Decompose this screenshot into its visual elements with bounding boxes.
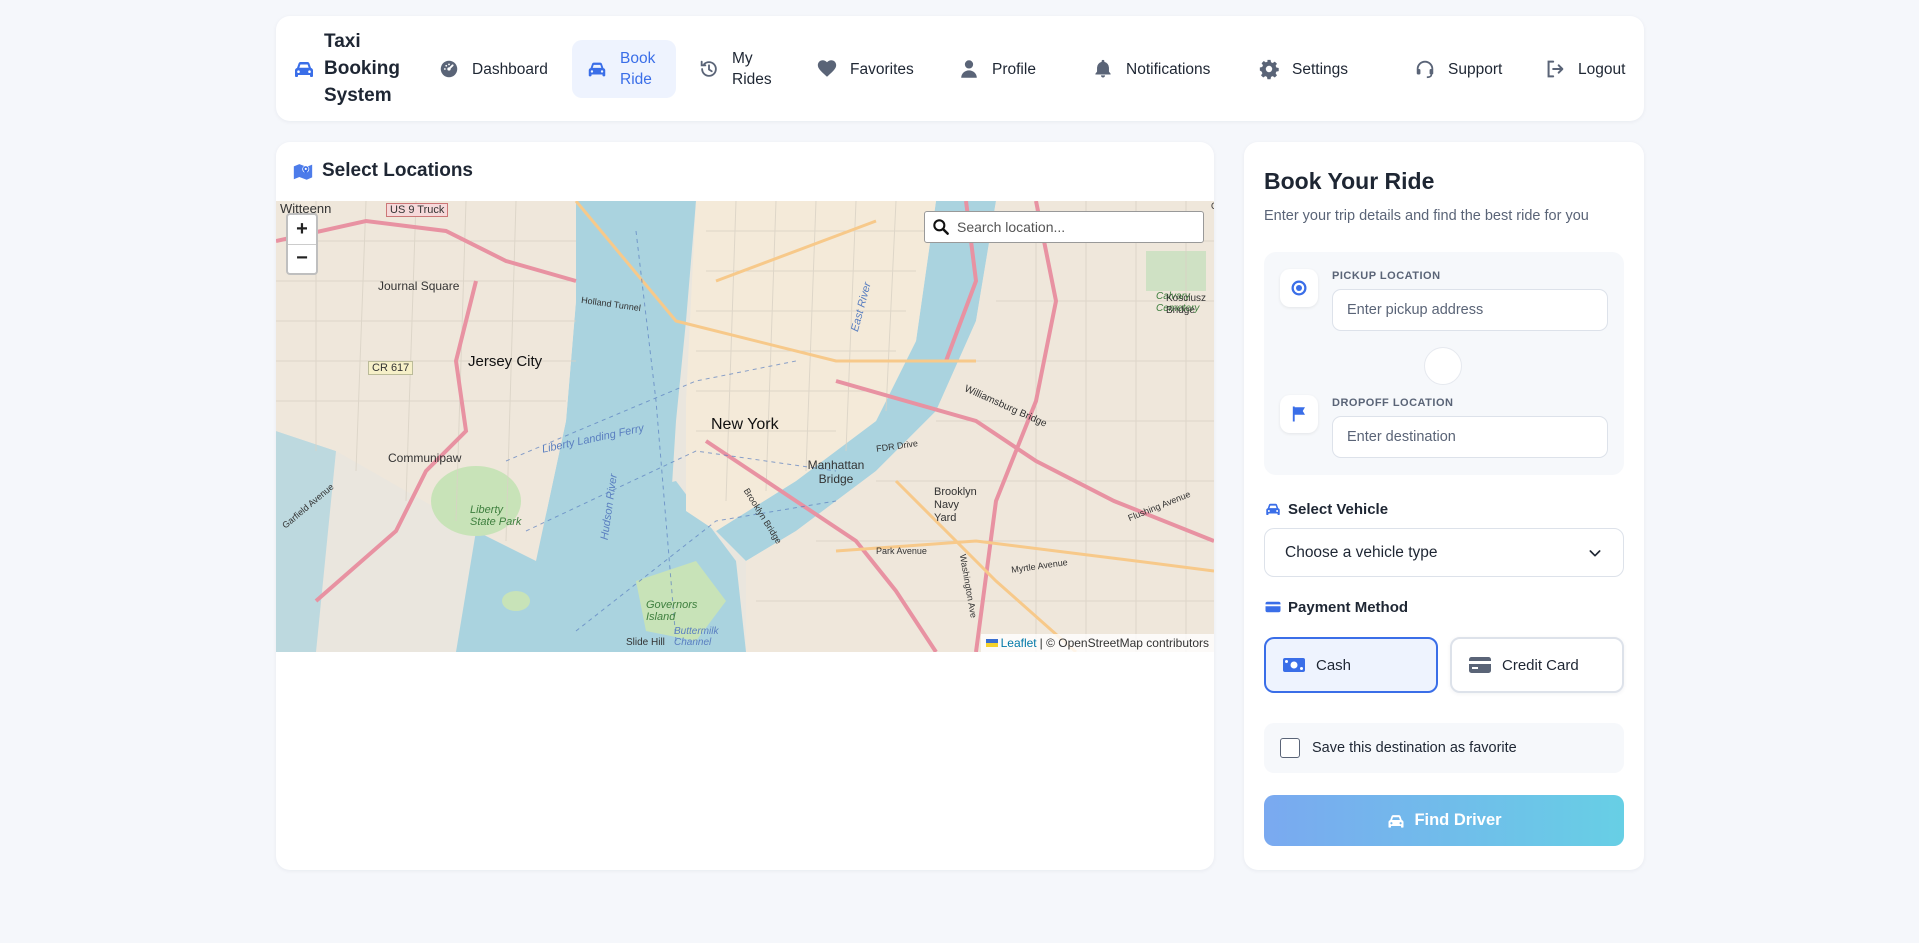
find-driver-button[interactable]: Find Driver xyxy=(1264,795,1624,846)
nav-my-rides[interactable]: My Rides xyxy=(684,40,788,98)
heart-icon xyxy=(817,60,837,77)
pickup-marker xyxy=(1280,269,1318,307)
headset-icon xyxy=(1416,60,1434,79)
top-navbar: Taxi Booking System Dashboard Book Ride … xyxy=(276,16,1644,121)
nav-label: Favorites xyxy=(850,60,914,78)
credit-card-icon xyxy=(1469,657,1491,673)
map-search-input[interactable] xyxy=(957,219,1203,235)
nav-label: Logout xyxy=(1578,60,1626,78)
nav-label: Support xyxy=(1448,60,1503,78)
nav-support[interactable]: Support xyxy=(1400,40,1516,98)
dot-circle-icon xyxy=(1291,280,1307,296)
zoom-in-button[interactable]: + xyxy=(288,215,316,245)
map-label: New York xyxy=(711,416,779,433)
map-label: Slide Hill xyxy=(626,637,665,648)
map-label: Brooklyn Navy Yard xyxy=(934,486,977,524)
nav-label: Settings xyxy=(1292,60,1349,78)
swap-locations-button[interactable] xyxy=(1424,347,1462,385)
nav-notifications[interactable]: Notifications xyxy=(1078,40,1224,98)
payment-label-text: Payment Method xyxy=(1288,598,1409,616)
nav-label: My Rides xyxy=(732,50,772,88)
payment-section-label: Payment Method xyxy=(1264,598,1408,616)
map-label: Liberty State Park xyxy=(470,504,522,528)
zoom-out-button[interactable]: − xyxy=(288,245,316,274)
dropoff-label: DROPOFF LOCATION xyxy=(1332,397,1454,409)
save-favorite-row[interactable]: Save this destination as favorite xyxy=(1264,723,1624,773)
save-favorite-checkbox[interactable] xyxy=(1280,738,1300,758)
zoom-control: + − xyxy=(286,213,318,275)
gauge-icon xyxy=(440,60,458,78)
payment-card-option[interactable]: Credit Card xyxy=(1450,637,1624,693)
map-title-text: Select Locations xyxy=(322,160,473,181)
dropoff-marker xyxy=(1280,395,1318,433)
user-icon xyxy=(961,60,977,78)
taxi-icon xyxy=(295,61,313,77)
save-favorite-label: Save this destination as favorite xyxy=(1312,740,1517,756)
logout-icon xyxy=(1547,60,1564,78)
nav-dashboard[interactable]: Dashboard xyxy=(424,40,562,98)
car-icon xyxy=(1266,503,1280,515)
payment-cash-option[interactable]: Cash xyxy=(1264,637,1438,693)
search-icon xyxy=(933,219,949,235)
map-label: Manhattan Bridge xyxy=(807,458,865,486)
map-label: US 9 Truck xyxy=(386,203,449,217)
taxi-icon xyxy=(588,62,606,77)
map-label: Park Avenue xyxy=(876,546,927,556)
leaflet-link[interactable]: Leaflet xyxy=(1001,636,1037,650)
brand[interactable]: Taxi Booking System xyxy=(292,28,414,109)
payment-cash-label: Cash xyxy=(1316,656,1352,674)
nav-label: Notifications xyxy=(1126,60,1211,78)
money-bill-icon xyxy=(1283,658,1305,672)
nav-logout[interactable]: Logout xyxy=(1530,40,1639,98)
nav-settings[interactable]: Settings xyxy=(1244,40,1362,98)
map-label: Governors Island xyxy=(646,599,698,623)
map-label: Journal Square xyxy=(378,279,460,293)
map-label: CR 617 xyxy=(368,361,414,375)
map-label: Kosciusz Bridge xyxy=(1166,293,1207,316)
find-driver-label: Find Driver xyxy=(1414,811,1502,829)
map-attribution: Leaflet | © OpenStreetMap contributors xyxy=(980,634,1214,652)
taxi-icon xyxy=(1388,814,1404,828)
location-box: PICKUP LOCATION DROPOFF LOCATION xyxy=(1264,252,1624,475)
booking-subtitle: Enter your trip details and find the bes… xyxy=(1264,208,1589,224)
map-label: Communipaw xyxy=(388,451,462,465)
ukraine-flag-icon xyxy=(985,639,998,647)
map-card: Select Locations Witteenn US 9 Truck Jou… xyxy=(276,142,1214,870)
vehicle-section-label: Select Vehicle xyxy=(1264,500,1388,518)
vehicle-select[interactable]: Choose a vehicle type xyxy=(1264,528,1624,577)
booking-title: Book Your Ride xyxy=(1264,168,1435,194)
map-section-title: Select Locations xyxy=(292,160,473,182)
pickup-label: PICKUP LOCATION xyxy=(1332,270,1441,282)
nav-label: Dashboard xyxy=(472,60,548,78)
map-label: Jersey City xyxy=(468,353,543,370)
map-label: Calvary Cemetery xyxy=(1211,201,1214,211)
payment-card-label: Credit Card xyxy=(1502,656,1579,674)
gear-icon xyxy=(1259,59,1279,80)
map-location-icon xyxy=(293,164,313,180)
chevron-down-icon xyxy=(1589,549,1601,556)
nav-profile[interactable]: Profile xyxy=(944,40,1050,98)
pickup-input[interactable] xyxy=(1332,289,1608,331)
history-icon xyxy=(700,60,717,77)
vehicle-select-value: Choose a vehicle type xyxy=(1285,543,1438,561)
attribution-text: | © OpenStreetMap contributors xyxy=(1039,636,1209,650)
map-search-box[interactable] xyxy=(924,211,1204,243)
nav-label: Profile xyxy=(992,60,1036,78)
dropoff-input[interactable] xyxy=(1332,416,1608,458)
nav-label: Book Ride xyxy=(620,50,656,88)
vehicle-label-text: Select Vehicle xyxy=(1288,500,1389,518)
brand-title: Taxi Booking System xyxy=(324,31,400,106)
nav-book-ride[interactable]: Book Ride xyxy=(572,40,676,98)
map-label: Buttermilk Channel xyxy=(674,626,719,648)
map-view[interactable]: Witteenn US 9 Truck Journal Square Jerse… xyxy=(276,201,1214,652)
booking-card: Book Your Ride Enter your trip details a… xyxy=(1244,142,1644,870)
nav-favorites[interactable]: Favorites xyxy=(802,40,928,98)
bell-icon xyxy=(1095,59,1111,78)
flag-icon xyxy=(1292,406,1305,422)
credit-card-icon xyxy=(1265,601,1281,613)
